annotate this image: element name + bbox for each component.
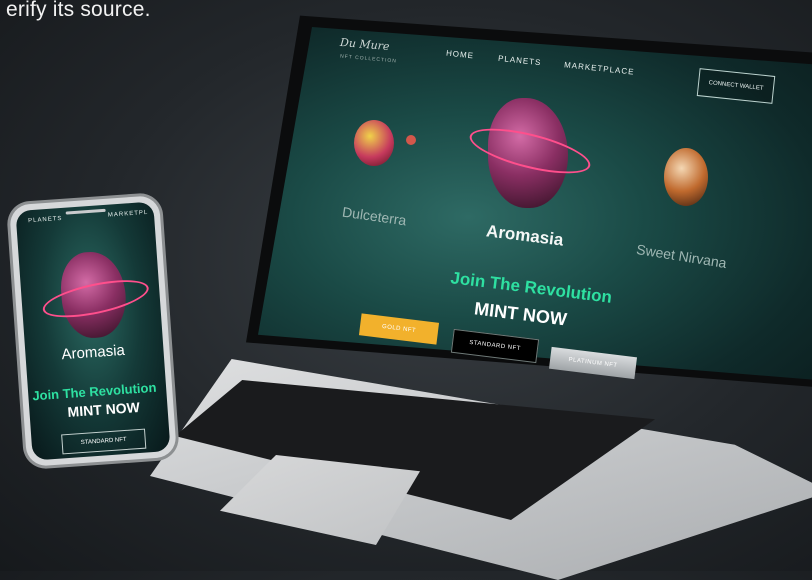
phone-device: PLANETS MARKETPL Aromasia Join The Revol… xyxy=(9,195,177,467)
small-moon xyxy=(406,135,416,145)
phone-screen: PLANETS MARKETPL Aromasia Join The Revol… xyxy=(15,201,171,461)
caption-text: erify its source. xyxy=(6,0,151,21)
dulceterra-planet[interactable] xyxy=(354,120,394,166)
phone-notch xyxy=(65,208,106,215)
phone-mint-now-heading: MINT NOW xyxy=(67,398,141,420)
phone-aromasia-label: Aromasia xyxy=(60,341,126,364)
phone-nav-marketplace[interactable]: MARKETPL xyxy=(108,210,149,219)
phone-nav-planets[interactable]: PLANETS xyxy=(28,216,63,224)
phone-standard-nft-button[interactable]: STANDARD NFT xyxy=(61,428,147,455)
sweet-nirvana-planet[interactable] xyxy=(664,148,708,206)
laptop-screen: Du Mure NFT COLLECTION HOME PLANETS MARK… xyxy=(228,8,812,388)
